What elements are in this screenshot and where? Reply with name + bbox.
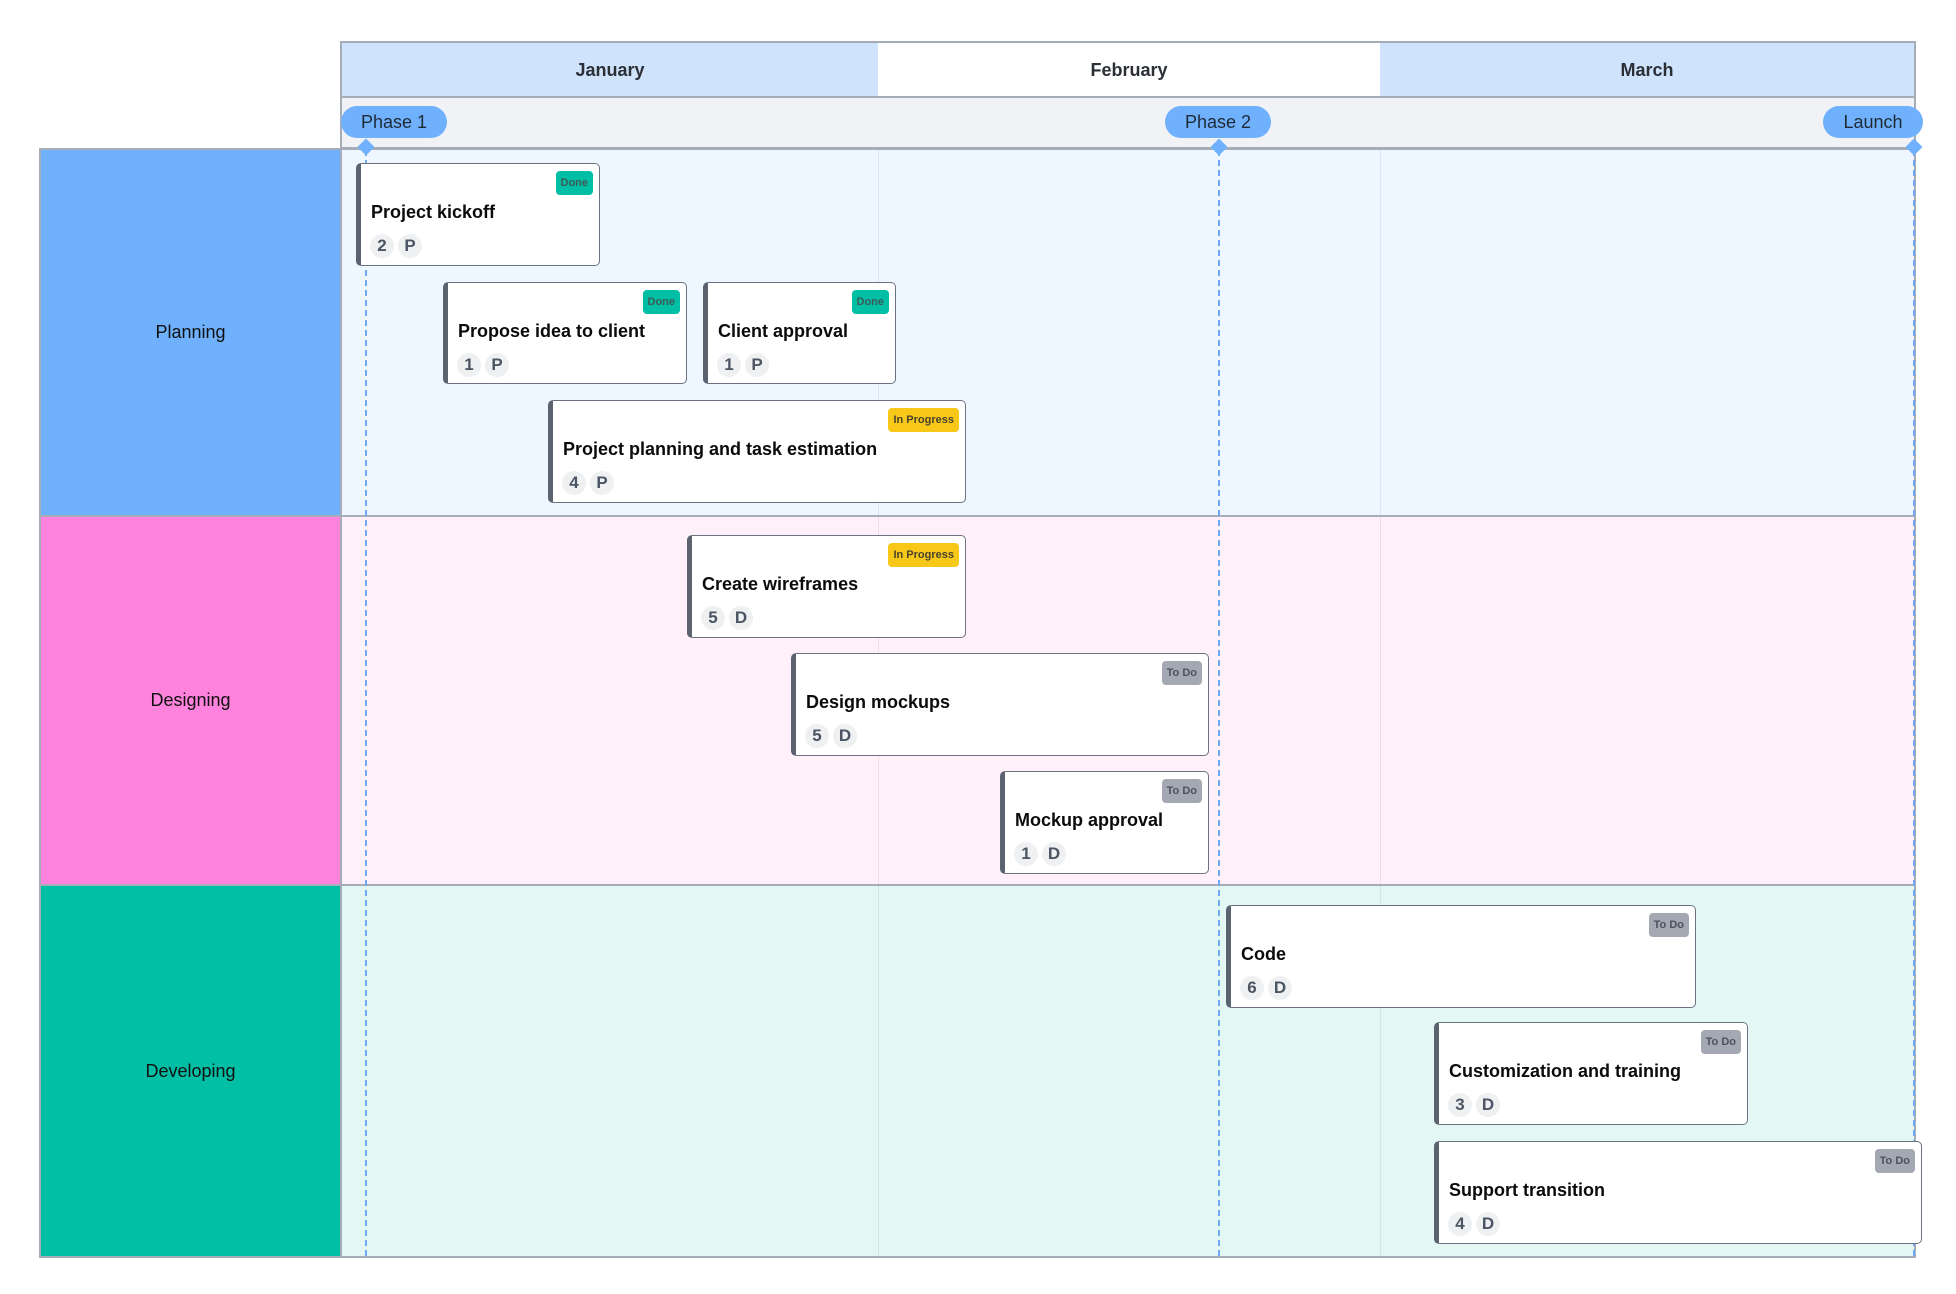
task-title: Create wireframes xyxy=(702,574,859,594)
status-badge: In Progress xyxy=(888,408,959,432)
lane-label-developing: Developing xyxy=(39,884,340,1258)
status-badge: In Progress xyxy=(888,543,959,567)
count-chip: 4 xyxy=(1448,1212,1472,1236)
task-card[interactable]: Done Propose idea to client 1P xyxy=(443,282,687,384)
milestone-row xyxy=(340,96,1916,149)
task-card[interactable]: To Do Code 6D xyxy=(1226,905,1696,1008)
task-card[interactable]: In Progress Create wireframes 5D xyxy=(687,535,966,638)
task-title: Customization and training xyxy=(1449,1061,1681,1081)
count-chip: 2 xyxy=(370,234,394,258)
grid-line xyxy=(1380,150,1381,515)
task-title: Design mockups xyxy=(806,692,951,712)
task-card[interactable]: To Do Design mockups 5D xyxy=(791,653,1209,756)
assignee-chip: D xyxy=(833,724,857,748)
task-card[interactable]: Done Project kickoff 2P xyxy=(356,163,600,266)
status-badge: To Do xyxy=(1700,1030,1741,1054)
task-title: Support transition xyxy=(1449,1180,1605,1200)
lane-title: Developing xyxy=(145,1060,236,1081)
month-header: January February March xyxy=(340,41,1916,97)
count-chip: 4 xyxy=(562,471,586,495)
status-badge: To Do xyxy=(1874,1149,1915,1173)
task-card[interactable]: In Progress Project planning and task es… xyxy=(548,400,966,503)
status-badge: Done xyxy=(851,290,889,314)
task-card[interactable]: To Do Support transition 4D xyxy=(1434,1141,1922,1244)
count-chip: 3 xyxy=(1448,1093,1472,1117)
lane-label-planning: Planning xyxy=(39,148,340,517)
task-title: Propose idea to client xyxy=(458,321,646,341)
month-january: January xyxy=(342,43,878,97)
count-chip: 5 xyxy=(701,606,725,630)
assignee-chip: D xyxy=(1476,1212,1500,1236)
lane-title: Planning xyxy=(155,322,226,342)
milestone-line-launch xyxy=(1913,150,1915,1256)
assignee-chip: D xyxy=(1042,842,1066,866)
month-february: February xyxy=(878,43,1380,97)
month-march: March xyxy=(1380,43,1914,97)
milestone-phase-2[interactable]: Phase 2 xyxy=(1165,106,1271,138)
milestone-line-phase-1 xyxy=(365,150,367,1256)
assignee-chip: D xyxy=(1476,1093,1500,1117)
status-badge: Done xyxy=(555,171,593,195)
task-title: Mockup approval xyxy=(1015,810,1164,830)
assignee-chip: P xyxy=(590,471,614,495)
status-badge: To Do xyxy=(1161,661,1202,685)
task-card[interactable]: Done Client approval 1P xyxy=(703,282,896,384)
milestone-line-phase-2 xyxy=(1218,150,1220,1256)
assignee-chip: D xyxy=(729,606,753,630)
task-card[interactable]: To Do Mockup approval 1D xyxy=(1000,771,1209,874)
status-badge: To Do xyxy=(1648,913,1689,937)
task-title: Project kickoff xyxy=(371,202,496,222)
lane-title: Designing xyxy=(150,690,231,710)
assignee-chip: P xyxy=(398,234,422,258)
milestone-phase-1[interactable]: Phase 1 xyxy=(341,106,447,138)
count-chip: 6 xyxy=(1240,976,1264,1000)
task-card[interactable]: To Do Customization and training 3D xyxy=(1434,1022,1748,1125)
count-chip: 1 xyxy=(457,353,481,377)
task-title: Client approval xyxy=(718,321,849,341)
assignee-chip: P xyxy=(485,353,509,377)
count-chip: 1 xyxy=(717,353,741,377)
assignee-chip: D xyxy=(1268,976,1292,1000)
status-badge: To Do xyxy=(1161,779,1202,803)
grid-line xyxy=(1380,517,1381,884)
count-chip: 5 xyxy=(805,724,829,748)
count-chip: 1 xyxy=(1014,842,1038,866)
task-title: Code xyxy=(1241,944,1286,964)
task-title: Project planning and task estimation xyxy=(563,439,878,459)
milestone-launch[interactable]: Launch xyxy=(1823,106,1923,138)
assignee-chip: P xyxy=(745,353,769,377)
grid-line xyxy=(878,886,879,1256)
lane-label-designing: Designing xyxy=(39,515,340,886)
status-badge: Done xyxy=(642,290,680,314)
